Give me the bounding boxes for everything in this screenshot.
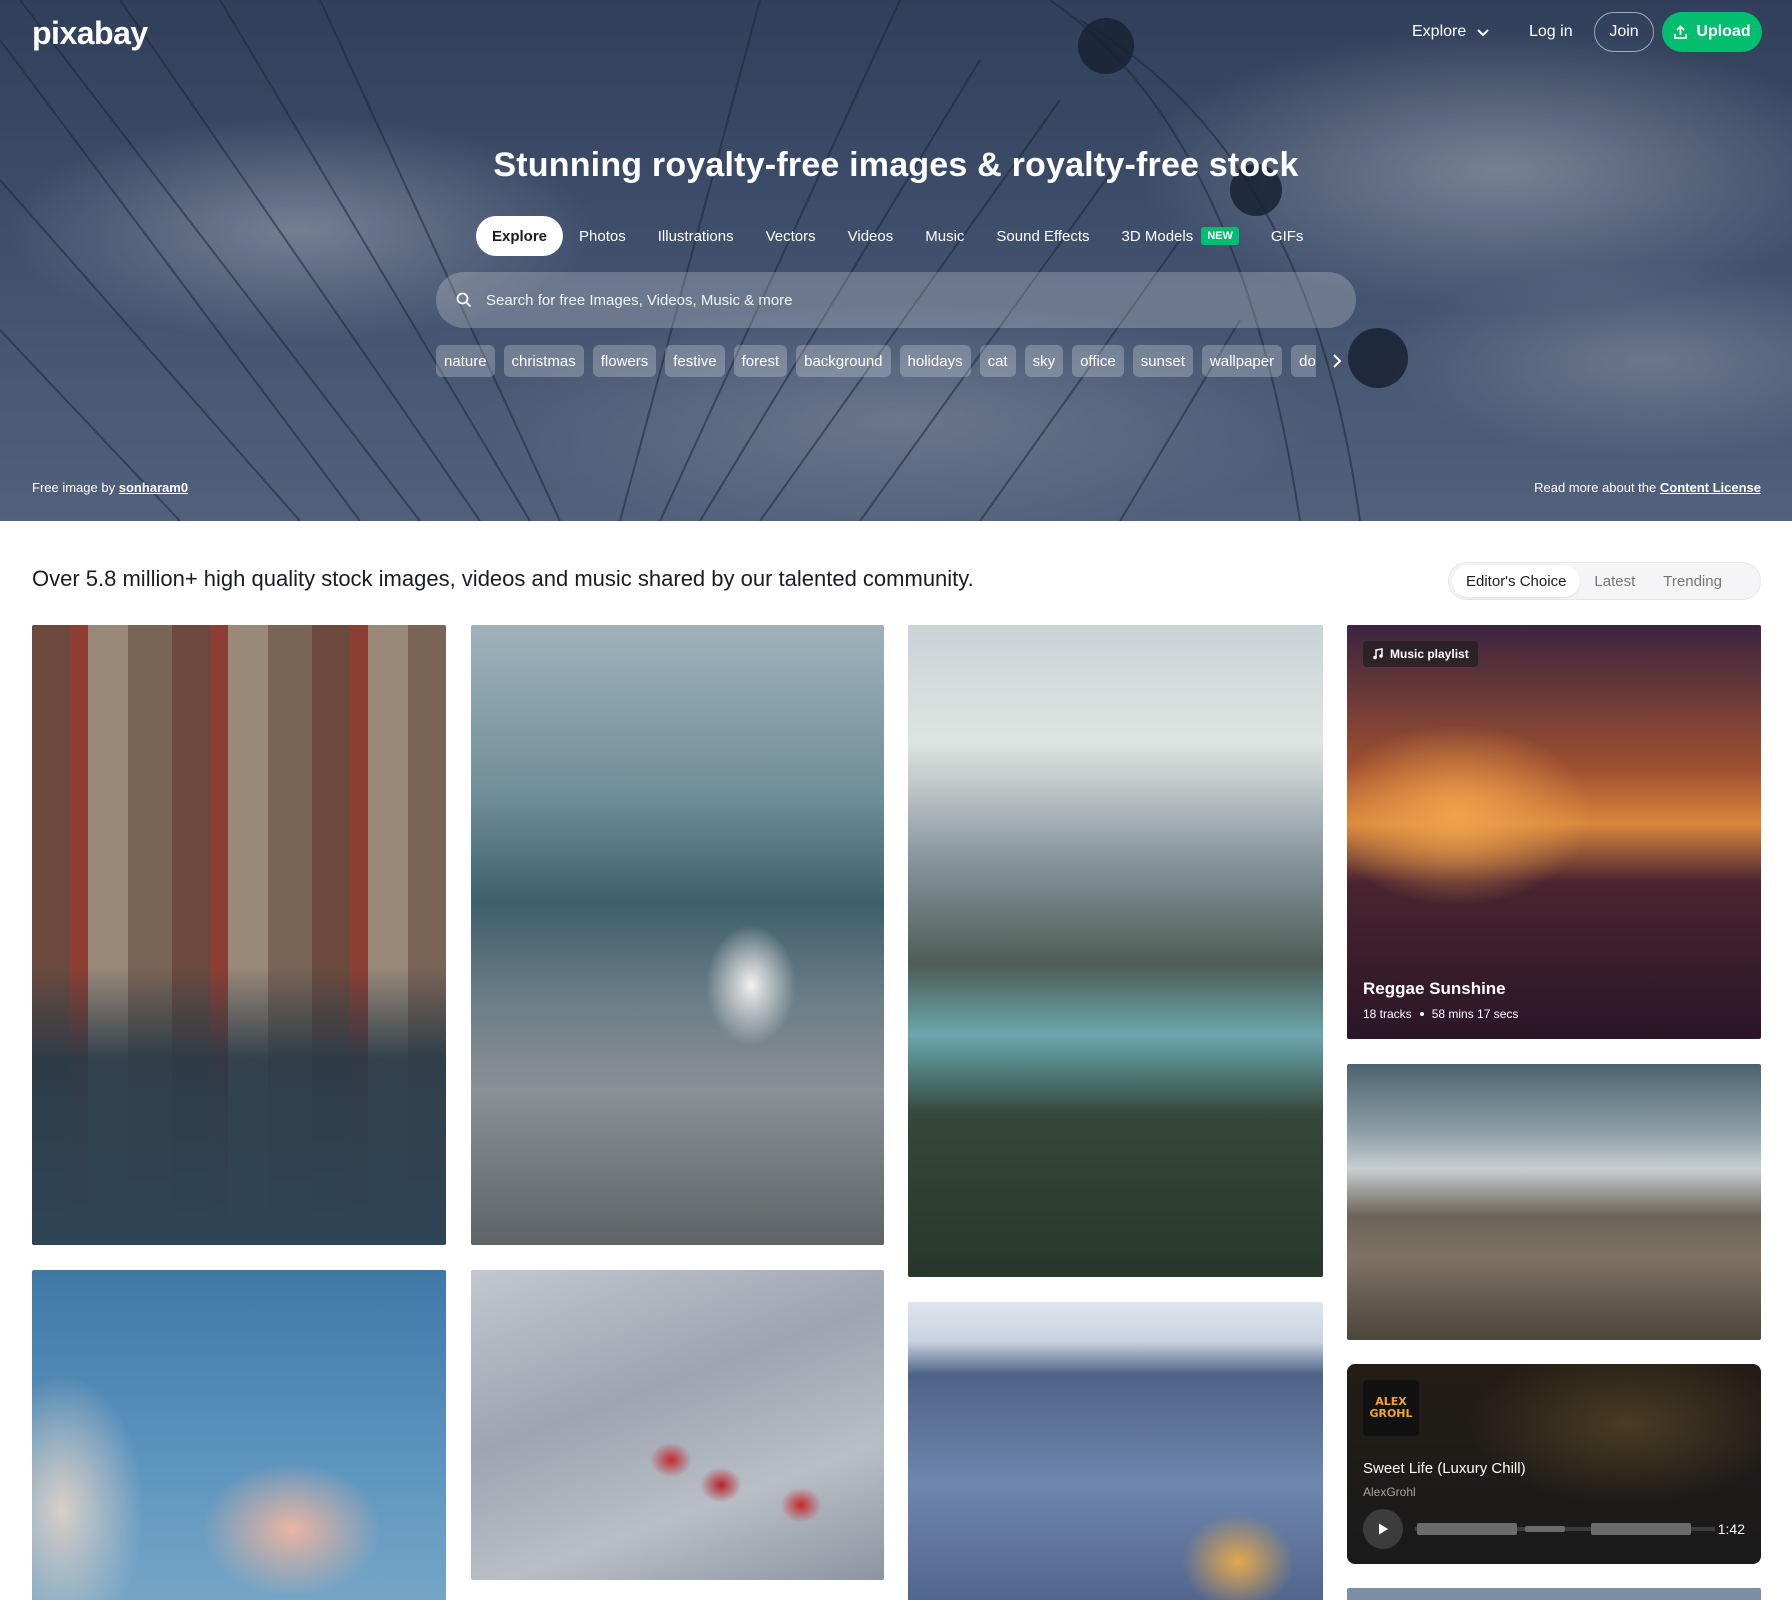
tag-chip[interactable]: nature [436, 345, 495, 377]
nav-explore-menu[interactable]: Explore [1412, 20, 1490, 44]
image-frosty-berries[interactable] [471, 1270, 884, 1580]
credit-author-link[interactable]: sonharam0 [119, 480, 188, 495]
license-note: Read more about the Content License [1534, 480, 1761, 495]
hero-banner [0, 0, 1792, 521]
playlist-duration: 58 mins 17 secs [1431, 1007, 1519, 1021]
tab-illustrations[interactable]: Illustrations [642, 216, 750, 256]
track-duration: 1:42 [1717, 1521, 1745, 1537]
track-title: Sweet Life (Luxury Chill) [1363, 1460, 1526, 1477]
image-seagull-rock[interactable] [471, 625, 884, 1245]
image-venice-gondola[interactable] [32, 625, 446, 1245]
playlist-meta: 18 tracks 58 mins 17 secs [1363, 1007, 1518, 1021]
content-license-link[interactable]: Content License [1660, 480, 1761, 495]
filter-editors-choice[interactable]: Editor's Choice [1452, 565, 1581, 597]
tag-chip[interactable]: wallpaper [1201, 345, 1283, 377]
new-badge: NEW [1201, 227, 1239, 245]
tag-chip[interactable]: christmas [503, 345, 584, 377]
image-credit: Free image by sonharam0 [32, 480, 188, 495]
image-mountain-lake[interactable] [908, 625, 1323, 1277]
tab-3d-models[interactable]: 3D Models NEW [1106, 216, 1255, 256]
album-art-text: GROHL [1369, 1407, 1413, 1420]
pixabay-logo[interactable]: pixabay [32, 15, 148, 52]
tag-chip[interactable]: background [796, 345, 891, 377]
upload-icon [1674, 24, 1688, 39]
music-track-card[interactable]: ALEX GROHL Sweet Life (Luxury Chill) Ale… [1347, 1364, 1761, 1564]
tag-chip[interactable]: festive [665, 345, 725, 377]
login-link[interactable]: Log in [1529, 20, 1573, 44]
tag-chip[interactable]: office [1072, 345, 1124, 377]
image-snowy-window[interactable] [908, 1302, 1323, 1600]
tab-3d-models-label: 3D Models [1121, 227, 1194, 245]
search-icon [456, 292, 472, 308]
upload-button[interactable]: Upload [1662, 12, 1762, 52]
track-album-art: ALEX GROHL [1363, 1380, 1419, 1436]
chevron-down-icon [1477, 29, 1489, 37]
tab-sound-effects[interactable]: Sound Effects [980, 216, 1105, 256]
image-partial[interactable] [1347, 1588, 1761, 1600]
filter-latest[interactable]: Latest [1580, 565, 1649, 597]
join-button[interactable]: Join [1594, 12, 1654, 52]
nav-explore-label: Explore [1412, 23, 1467, 40]
media-type-tabs: Explore Photos Illustrations Vectors Vid… [476, 216, 1319, 256]
tab-explore[interactable]: Explore [476, 216, 564, 256]
upload-label: Upload [1696, 23, 1751, 40]
filter-trending[interactable]: Trending [1649, 565, 1736, 597]
tag-chip[interactable]: holidays [899, 345, 971, 377]
music-note-icon [1373, 648, 1383, 660]
search-input[interactable] [486, 291, 1306, 309]
waveform[interactable] [1415, 1519, 1715, 1539]
tag-chip[interactable]: cat [979, 345, 1016, 377]
search-bar[interactable] [436, 272, 1356, 328]
image-baby-hand[interactable] [32, 1270, 446, 1600]
track-artist[interactable]: AlexGrohl [1363, 1485, 1416, 1499]
separator-dot [1419, 1012, 1424, 1016]
intro-text: Over 5.8 million+ high quality stock ima… [32, 566, 974, 591]
tag-chip[interactable]: forest [733, 345, 788, 377]
tab-photos[interactable]: Photos [563, 216, 642, 256]
license-prefix: Read more about the [1534, 480, 1657, 495]
tab-gifs[interactable]: GIFs [1255, 216, 1320, 256]
tab-vectors[interactable]: Vectors [750, 216, 832, 256]
hero-overlay [0, 0, 1792, 521]
play-icon [1379, 1523, 1388, 1535]
tag-chip[interactable]: flowers [592, 345, 657, 377]
tab-music[interactable]: Music [909, 216, 980, 256]
playlist-title: Reggae Sunshine [1363, 979, 1506, 998]
suggested-tags: nature christmas flowers festive forest … [436, 345, 1316, 377]
credit-prefix: Free image by [32, 480, 116, 495]
tag-chip[interactable]: dog [1291, 345, 1316, 377]
tab-videos[interactable]: Videos [832, 216, 910, 256]
music-playlist-card[interactable]: Music playlist Reggae Sunshine 18 tracks… [1347, 625, 1761, 1039]
music-playlist-badge: Music playlist [1363, 641, 1478, 667]
sort-filter: Editor's Choice Latest Trending [1448, 562, 1761, 600]
music-playlist-badge-label: Music playlist [1390, 647, 1469, 661]
tag-chip[interactable]: sky [1024, 345, 1064, 377]
play-button[interactable] [1363, 1509, 1403, 1549]
playlist-track-count: 18 tracks [1363, 1007, 1412, 1021]
tag-chip[interactable]: sunset [1132, 345, 1193, 377]
image-dolomites[interactable] [1347, 1064, 1761, 1340]
hero-title: Stunning royalty-free images & royalty-f… [493, 146, 1299, 184]
chevron-right-icon[interactable] [1326, 350, 1348, 372]
